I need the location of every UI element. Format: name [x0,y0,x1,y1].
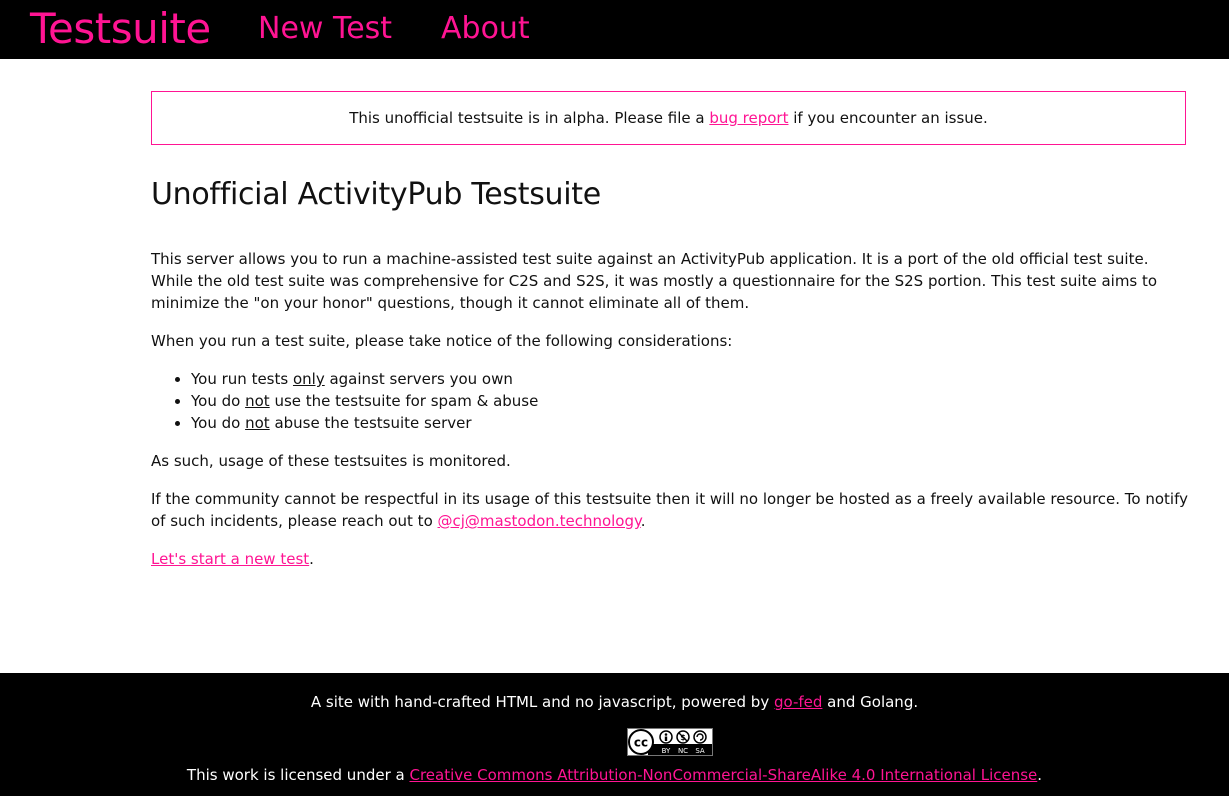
footer-license: This work is licensed under a Creative C… [0,764,1229,786]
community-text: If the community cannot be respectful in… [151,490,1188,530]
considerations-list: You run tests only against servers you o… [151,368,1191,434]
alert-text: This unofficial testsuite is in alpha. P… [349,109,988,127]
list-item-emphasis: not [245,392,270,410]
monitored-paragraph: As such, usage of these testsuites is mo… [151,452,511,470]
alpha-notice-alert: This unofficial testsuite is in alpha. P… [151,91,1186,145]
badge-cc-text: cc [634,736,648,750]
alert-text-before: This unofficial testsuite is in alpha. P… [349,109,710,127]
nav-about-link[interactable]: About [441,11,530,47]
page-title: Unofficial ActivityPub Testsuite [151,177,601,212]
badge-nc-text: NC [678,747,688,755]
cc-license-badge-icon[interactable]: cc $ BY NC SA [627,728,713,756]
list-item-text: abuse the testsuite server [269,414,472,432]
list-item-emphasis: only [292,370,325,388]
go-fed-link[interactable]: go-fed [774,693,822,711]
main-content: Unofficial ActivityPub Testsuite This se… [151,172,1191,586]
top-navigation-bar: Testsuite New Test About [0,0,1229,59]
start-text-end: . [309,550,314,568]
list-item-text: against servers you own [324,370,513,388]
cc-badge-graphic: cc $ BY NC SA [628,729,712,755]
footer-text: This work is licensed under a [186,766,410,784]
considerations-lead: When you run a test suite, please take n… [151,332,733,350]
bug-report-link[interactable]: bug report [709,109,788,127]
community-paragraph: If the community cannot be respectful in… [151,488,1191,532]
footer-text: and Golang. [822,693,919,711]
list-item-text: You do [191,414,246,432]
list-item: You run tests only against servers you o… [191,368,1191,390]
list-item: You do not use the testsuite for spam & … [191,390,1191,412]
community-text-end: . [640,512,646,530]
footer-text: . [1037,766,1043,784]
list-item-emphasis: not [245,414,270,432]
nav-new-test-link[interactable]: New Test [258,11,392,47]
footer: A site with hand-crafted HTML and no jav… [0,673,1229,796]
footer-text: A site with hand-crafted HTML and no jav… [310,693,774,711]
list-item-text: You run tests [191,370,293,388]
brand-link[interactable]: Testsuite [30,3,211,55]
license-link[interactable]: Creative Commons Attribution-NonCommerci… [409,766,1037,784]
alert-text-after: if you encounter an issue. [788,109,988,127]
list-item-text: use the testsuite for spam & abuse [269,392,539,410]
start-new-test-link[interactable]: Let's start a new test [151,550,309,568]
badge-by-text: BY [662,747,671,755]
intro-paragraph: This server allows you to run a machine-… [151,250,1158,312]
badge-sa-text: SA [695,747,705,755]
list-item: You do not abuse the testsuite server [191,412,1191,434]
contact-link[interactable]: @cj@mastodon.technology [438,512,641,530]
list-item-text: You do [191,392,246,410]
footer-powered-by: A site with hand-crafted HTML and no jav… [0,691,1229,713]
start-paragraph: Let's start a new test. [151,548,1191,570]
